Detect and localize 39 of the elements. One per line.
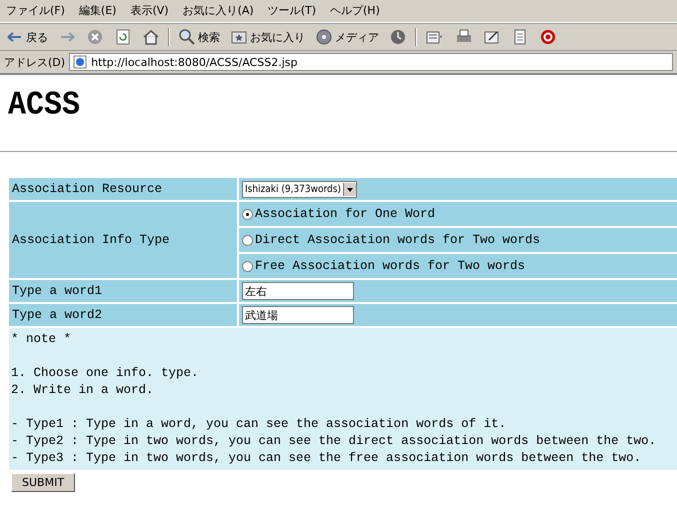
radio-button[interactable] [242,234,253,246]
field-label: Type a word1 [9,280,237,302]
note-step: 2. Write in a word. [11,382,675,399]
note-type-line: - Type3 : Type in two words, you can see the free association words between the two. [11,450,642,467]
radio-label[interactable]: Association for One Word [255,207,436,221]
address-label: アドレス(D) [4,54,66,70]
menu-item[interactable]: 表示(V) [130,3,169,19]
page-heading: ACSS [8,87,82,125]
word-input[interactable]: 武道場 [242,306,354,324]
radio-button[interactable] [242,260,253,272]
field-label: Type a word2 [9,304,237,326]
menu-item[interactable]: ヘルプ(H) [330,3,380,19]
home-icon [142,28,160,46]
menu-item[interactable]: 編集(E) [78,3,116,19]
word-input[interactable]: 左右 [242,282,354,300]
field-label: Association Resource [9,178,237,200]
submit-button[interactable]: SUBMIT [11,473,76,492]
magnifier-icon [178,28,196,46]
toolbar-button[interactable]: 戻る [4,28,50,46]
page-icon [73,55,88,69]
ring-logo-icon [539,28,557,46]
radio-label[interactable]: Free Association words for Two words [255,259,526,273]
radio-label[interactable]: Direct Association words for Two words [255,233,540,247]
menu-item[interactable]: お気に入り(A) [182,3,254,19]
note-type-line: - Type2 : Type in two words, you can see the direct association words between the two. [11,433,658,450]
refresh-icon [114,28,132,46]
toolbar-button[interactable]: お気に入り [228,28,307,46]
resource-dropdown[interactable]: Ishizaki (9,373words) [242,180,357,198]
radio-button[interactable] [242,208,253,220]
stop-icon [86,28,104,46]
toolbar-button[interactable]: 検索 [176,28,222,46]
address-field[interactable]: http://localhost:8080/ACSS/ACSS2.jsp [69,53,673,71]
note-title: * note * [11,331,72,348]
note-type-line: - Type1 : Type in a word, you can see the association words of it. [11,416,508,433]
note-step: 1. Choose one info. type. [11,365,675,382]
toolbar-button[interactable]: メディア [313,28,381,46]
menu-item[interactable]: ファイル(F) [6,3,65,19]
menu-item[interactable]: ツール(T) [268,3,316,19]
field-label: Association Info Type [9,202,237,278]
